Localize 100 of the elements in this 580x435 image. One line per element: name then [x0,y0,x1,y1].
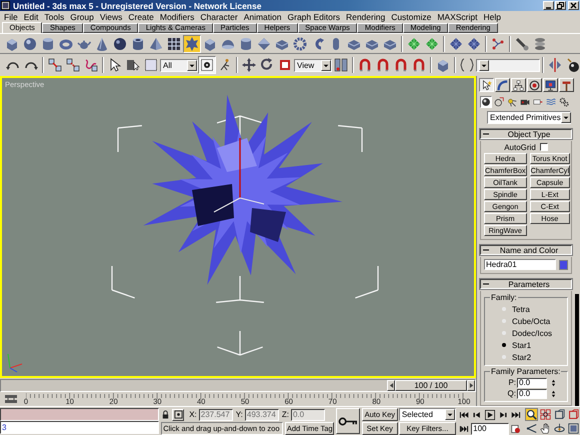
monitor-icon[interactable] [543,78,558,92]
viewport-grid-icon[interactable] [539,408,552,421]
radio-label: Cube/Octa [512,316,550,326]
menu-item[interactable]: Customize [388,12,434,22]
menu-item[interactable]: Character [197,12,241,22]
rollout-header[interactable]: Name and Color [480,245,572,255]
axis-tripod-icon [8,354,22,372]
menu-item[interactable]: MAXScript [434,12,480,22]
minimize-button[interactable] [543,1,554,10]
coordinate-label: X: [189,410,197,419]
right-triangle-icon [468,382,474,388]
menu-item[interactable]: Views [96,12,126,22]
play-icon[interactable] [484,408,496,420]
motion-icon[interactable] [527,78,542,92]
coordinate-label: Z: [282,410,289,419]
wave-icon[interactable] [545,96,557,108]
menu-item[interactable]: Animation [240,12,284,22]
restore-icon [557,2,564,9]
restore-button[interactable] [555,1,566,10]
time-config-icon[interactable] [510,422,522,434]
color-swatch[interactable] [559,260,568,270]
spinner-field[interactable]: 0.0 [517,388,547,398]
radio-label: Star1 [512,340,532,350]
orbit-icon[interactable] [553,422,566,435]
bracket-icon[interactable] [458,56,476,74]
shapes-icon[interactable] [493,96,505,108]
radio-button[interactable] [502,307,506,311]
hierarchy-icon[interactable] [511,78,526,92]
listener-input[interactable]: 3 [0,421,160,434]
view-cone-icon[interactable] [525,422,538,435]
star-polyhedron-drawing[interactable] [143,94,342,285]
menu-item[interactable]: Graph Editors [284,12,343,22]
close-icon [570,2,577,9]
gear-icon[interactable] [291,34,309,52]
radio-label: Dodec/Icos [512,328,552,338]
group-label: Family Parameters: [490,367,562,376]
key-icon[interactable] [336,408,360,434]
app-icon[interactable] [1,1,10,10]
move-icon[interactable] [240,56,258,74]
field-label: Q: [508,389,516,398]
coordinate-label: Y: [236,410,243,419]
previous-frame-button[interactable] [387,380,395,390]
dropdown[interactable] [476,58,540,72]
lock-icon[interactable] [161,410,170,419]
dropdown[interactable]: All [160,58,198,72]
region-icon[interactable] [142,56,160,74]
spinner-arrows-icon[interactable] [551,378,556,386]
radio-button[interactable] [502,331,506,335]
unlink-icon[interactable] [64,56,82,74]
sphere-icon[interactable] [480,96,492,108]
selection-toggle-icon[interactable] [172,408,184,420]
light-icon[interactable] [506,96,518,108]
hammer-icon[interactable] [559,78,574,92]
next-frame-button[interactable] [467,380,475,390]
minus-icon [483,131,489,137]
radio-button[interactable] [502,355,506,359]
scrollbar-thumb[interactable] [575,294,579,406]
dropdown[interactable]: View [294,58,332,72]
field-label: P: [508,378,516,387]
menu-item[interactable]: Tools [41,12,68,22]
macro-recorder-field[interactable] [0,408,160,421]
close-button[interactable] [568,1,579,10]
frame-icon[interactable] [567,408,580,421]
checkbox[interactable] [540,143,548,151]
menu-item[interactable]: Rendering [342,12,388,22]
zoom-icon[interactable] [525,408,538,421]
radio-label: Star2 [512,352,532,362]
group-label: Family: [490,293,518,302]
star-icon[interactable] [183,34,201,52]
pivot-icon[interactable] [332,56,350,74]
frame-icon[interactable] [553,408,566,421]
time-slider-thumb[interactable]: 100 / 100 [395,380,467,390]
dropdown[interactable]: Selected [398,408,456,421]
dropdown[interactable]: Extended Primitives [487,111,571,124]
maximize-icon[interactable] [567,422,580,435]
menu-item[interactable]: Edit [20,12,42,22]
radio-label: Tetra [512,304,530,314]
spinner-arrows-icon[interactable] [551,390,556,398]
center-target-icon[interactable] [198,56,216,74]
checkbox-label: AutoGrid [504,142,536,152]
minus-icon [483,281,489,287]
menu-item[interactable]: File [1,12,21,22]
rollout-header[interactable]: Parameters [480,279,572,289]
menu-item[interactable]: Modifiers [156,12,198,22]
menu-item[interactable]: Group [67,12,97,22]
hand-icon[interactable] [539,422,552,435]
rollout-header[interactable]: Object Type [480,129,572,139]
track-bar-icon[interactable] [4,394,18,404]
frame-field[interactable]: 100 [471,422,510,434]
link-icon[interactable] [46,56,64,74]
menu-item[interactable]: Help [480,12,504,22]
radio-button[interactable] [502,343,506,347]
window-title: Untitled - 3ds max 5 - Unregistered Version - Network License [13,0,262,10]
radio-button[interactable] [502,319,506,323]
spinner-field[interactable]: 0.0 [517,378,547,388]
gears-icon[interactable] [558,96,570,108]
menu-item[interactable]: Create [125,12,157,22]
bend-icon[interactable] [495,78,510,92]
name-field[interactable]: Hedra01 [484,259,556,270]
time-slider-track[interactable]: 100 / 100 [0,378,476,392]
